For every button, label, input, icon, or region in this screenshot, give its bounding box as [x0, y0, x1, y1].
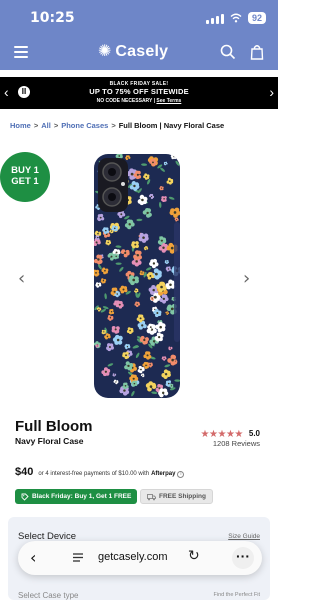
floral-motif — [101, 329, 107, 335]
breadcrumb-current: Full Bloom | Navy Floral Case — [118, 121, 225, 130]
promo-line-2: UP TO 75% OFF SITEWIDE — [89, 87, 189, 96]
breadcrumb: Home > All > Phone Cases > Full Bloom | Navy F… — [10, 121, 225, 130]
promo-next-button[interactable]: › — [269, 84, 274, 100]
floral-motif — [108, 308, 115, 315]
leaf-motif — [115, 262, 122, 265]
gallery-prev-button[interactable]: ‹ — [18, 268, 25, 289]
select-case-type-label: Select Case type — [18, 591, 79, 600]
search-icon[interactable] — [220, 44, 236, 60]
browser-back-button[interactable]: ‹ — [30, 548, 36, 567]
product-image[interactable] — [92, 152, 182, 400]
afterpay-logo: Afterpay — [151, 471, 176, 477]
more-options-button[interactable]: ··· — [232, 547, 254, 569]
free-shipping-label: FREE Shipping — [159, 493, 206, 500]
perfect-fit-link[interactable]: Find the Perfect Fit — [214, 592, 260, 598]
badge-line-1: BUY 1 — [11, 165, 39, 176]
reviews-link[interactable]: 1208 Reviews — [213, 439, 260, 448]
product-title: Full Bloom — [15, 418, 93, 435]
badge-line-2: GET 1 — [11, 176, 39, 187]
status-icons: 92 — [205, 12, 266, 24]
breadcrumb-phone-cases[interactable]: Phone Cases — [61, 121, 108, 130]
free-shipping-tag: FREE Shipping — [140, 489, 213, 504]
price-row: $40 or 4 interest-free payments of $10.0… — [15, 466, 185, 478]
size-guide-link[interactable]: Size Guide — [228, 533, 260, 540]
reload-icon[interactable]: ↻ — [188, 548, 200, 564]
browser-url[interactable]: getcasely.com — [98, 551, 168, 563]
page-settings-icon[interactable] — [72, 551, 84, 563]
status-time: 10:25 — [30, 10, 75, 26]
product-price: $40 — [15, 466, 34, 478]
brand-mark-icon: ✺ — [98, 43, 112, 60]
signal-icon — [205, 13, 224, 24]
brand-name: Casely — [115, 43, 169, 60]
wifi-icon — [230, 13, 242, 23]
promo-line-3-text: NO CODE NECESSARY | — [96, 98, 157, 104]
tag-icon — [21, 493, 29, 501]
black-friday-tag: Black Friday: Buy 1, Get 1 FREE — [15, 489, 138, 504]
breadcrumb-home[interactable]: Home — [10, 121, 31, 130]
brand-logo[interactable]: ✺ Casely — [98, 42, 168, 62]
black-friday-tag-label: Black Friday: Buy 1, Get 1 FREE — [32, 493, 132, 500]
breadcrumb-all[interactable]: All — [41, 121, 51, 130]
site-header: ✺ Casely — [0, 36, 278, 70]
floral-motif — [131, 241, 139, 249]
status-bar: 10:25 92 — [0, 0, 278, 36]
installments-text: or 4 interest-free payments of $10.00 wi… — [38, 471, 150, 477]
bag-icon[interactable] — [250, 44, 264, 60]
menu-icon[interactable] — [14, 46, 28, 58]
shipping-icon — [147, 493, 156, 500]
rating-score: 5.0 — [248, 428, 260, 438]
promo-line-3: NO CODE NECESSARY | See Terms — [0, 98, 278, 104]
browser-url-bar[interactable]: ‹ getcasely.com ↻ ··· — [18, 541, 262, 575]
info-icon[interactable]: i — [177, 471, 185, 478]
floral-motif — [94, 269, 100, 277]
battery-indicator: 92 — [247, 12, 266, 24]
product-subtitle: Navy Floral Case — [15, 436, 84, 446]
promo-terms-link[interactable]: See Terms — [156, 98, 181, 104]
gallery-next-button[interactable]: › — [243, 268, 250, 289]
buy-one-get-one-badge: BUY 1 GET 1 — [0, 152, 50, 202]
floral-motif — [170, 154, 177, 160]
promo-banner: ‹ II BLACK FRIDAY SALE! UP TO 75% OFF SI… — [0, 77, 278, 109]
